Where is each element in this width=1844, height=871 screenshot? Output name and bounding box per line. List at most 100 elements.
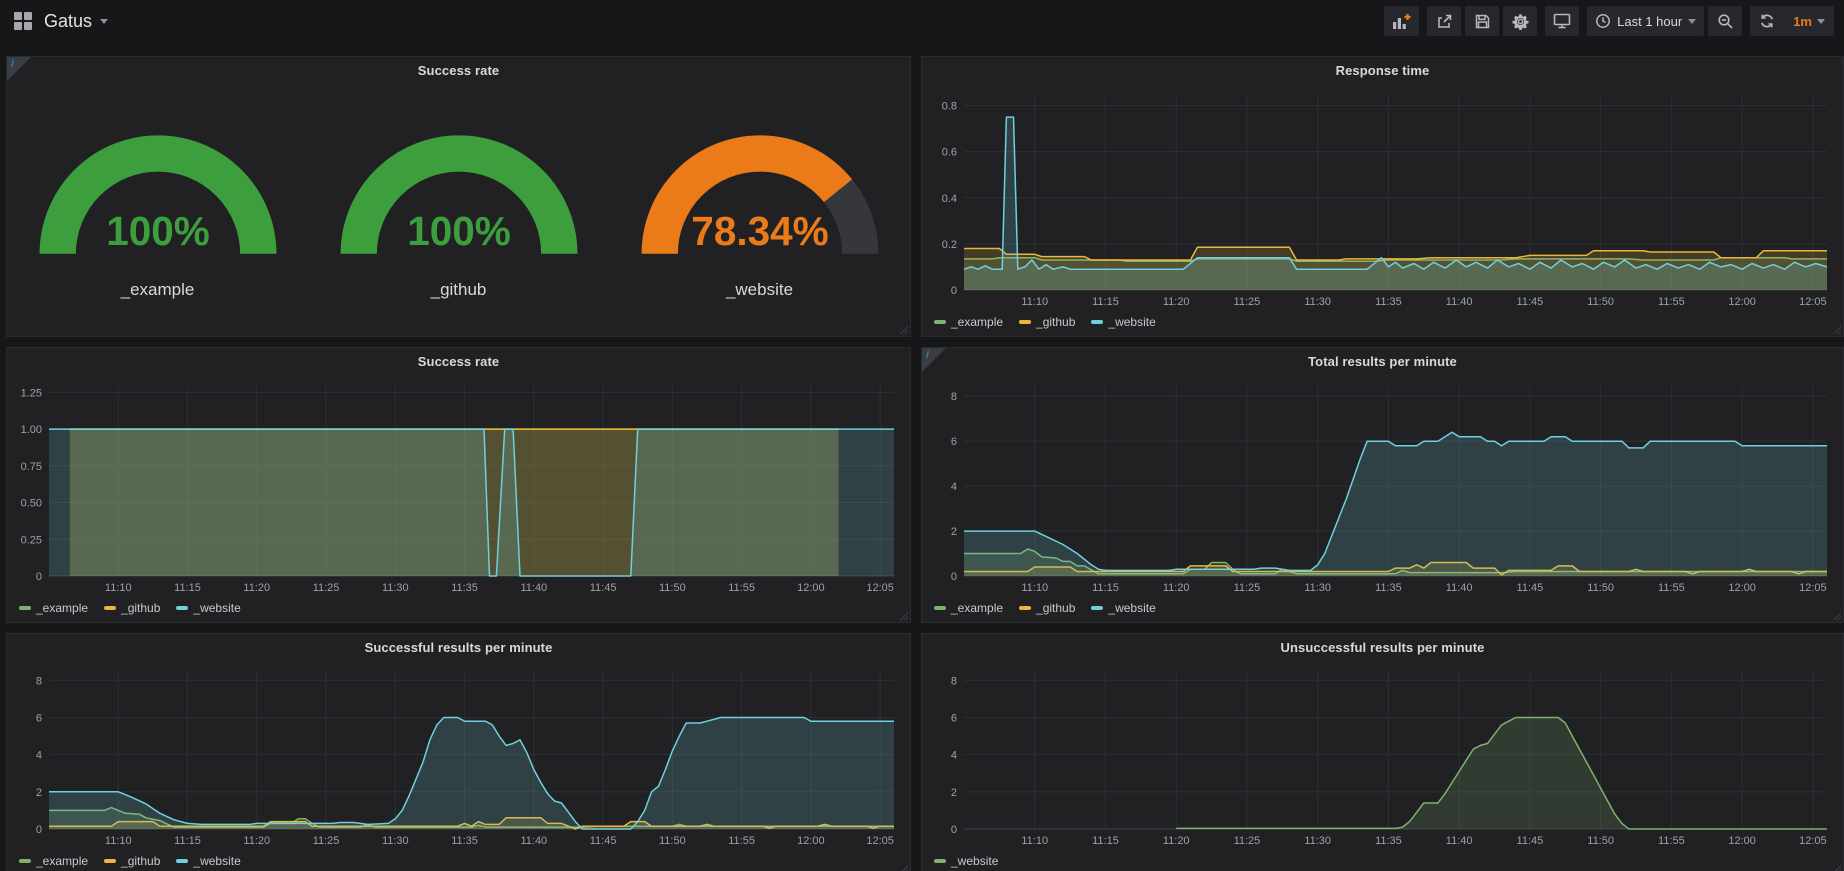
legend-item-_website[interactable]: _website <box>934 854 998 868</box>
x-tick-label: 12:05 <box>866 582 894 594</box>
x-tick-label: 11:35 <box>451 582 478 594</box>
refresh-button[interactable] <box>1750 6 1784 36</box>
legend-item-_github[interactable]: _github <box>1019 601 1075 615</box>
zoom-out-icon <box>1717 13 1734 30</box>
legend-label: _example <box>36 854 88 868</box>
x-tick-label: 11:40 <box>1446 835 1473 847</box>
x-tick-label: 11:30 <box>1304 835 1331 847</box>
legend-label: _github <box>121 601 160 615</box>
x-tick-label: 11:10 <box>105 582 132 594</box>
legend-swatch <box>1091 320 1103 324</box>
panel-title[interactable]: Response time <box>922 57 1843 84</box>
x-tick-label: 11:35 <box>451 835 478 847</box>
x-tick-label: 11:30 <box>1304 296 1331 308</box>
y-tick-label: 0.4 <box>942 193 957 205</box>
legend-item-_example[interactable]: _example <box>934 601 1003 615</box>
x-tick-label: 11:20 <box>243 582 270 594</box>
legend-item-_website[interactable]: _website <box>1091 601 1155 615</box>
zoom-out-button[interactable] <box>1708 6 1742 36</box>
gauge-value: 100% <box>407 208 511 254</box>
panel-success-rate-graph: Success rate 11:1011:1511:2011:2511:3011… <box>6 347 911 623</box>
chart-svg: 11:1011:1511:2011:2511:3011:3511:4011:45… <box>11 375 904 596</box>
panel-resize-handle[interactable] <box>898 324 908 334</box>
dashboard-title[interactable]: Gatus <box>44 11 108 32</box>
series-area-_website <box>1176 718 1827 830</box>
unsuccessful-results-chart[interactable]: 11:1011:1511:2011:2511:3011:3511:4011:45… <box>926 661 1837 849</box>
x-tick-label: 11:35 <box>1375 582 1402 594</box>
panel-info-corner[interactable]: i <box>922 348 946 372</box>
time-range-label: Last 1 hour <box>1617 14 1682 29</box>
y-tick-label: 0.50 <box>21 498 42 510</box>
legend-item-_github[interactable]: _github <box>1019 315 1075 329</box>
panel-resize-handle[interactable] <box>898 863 908 871</box>
dashboard-title-text: Gatus <box>44 11 92 32</box>
panel-title[interactable]: Success rate <box>7 348 910 375</box>
share-button[interactable] <box>1427 6 1461 36</box>
x-tick-label: 11:10 <box>1021 296 1048 308</box>
legend-swatch <box>1091 606 1103 610</box>
y-tick-label: 0 <box>951 285 957 297</box>
y-tick-label: 2 <box>36 787 42 799</box>
legend-swatch <box>19 606 31 610</box>
x-tick-label: 11:25 <box>1234 296 1261 308</box>
successful-results-chart[interactable]: 11:1011:1511:2011:2511:3011:3511:4011:45… <box>11 661 904 849</box>
cycle-view-button[interactable] <box>1545 6 1579 36</box>
gauge-label: _github <box>331 280 587 300</box>
legend-item-_github[interactable]: _github <box>104 854 160 868</box>
x-tick-label: 11:20 <box>243 835 270 847</box>
dashboards-grid-icon[interactable] <box>14 12 32 30</box>
chart-legend: _website <box>934 852 998 870</box>
gauge-_github: 100% _github <box>331 115 587 300</box>
save-icon <box>1474 13 1491 30</box>
add-panel-icon <box>1392 13 1411 30</box>
x-tick-label: 11:30 <box>382 835 409 847</box>
legend-item-_example[interactable]: _example <box>19 854 88 868</box>
x-tick-label: 11:35 <box>1375 835 1402 847</box>
x-tick-label: 11:40 <box>1446 296 1473 308</box>
y-tick-label: 0 <box>951 571 957 583</box>
settings-button[interactable] <box>1503 6 1537 36</box>
y-tick-label: 0 <box>36 571 42 583</box>
legend-item-_example[interactable]: _example <box>934 315 1003 329</box>
chart-legend: _example _github _website <box>934 599 1156 617</box>
panel-unsuccessful-results: Unsuccessful results per minute 11:1011:… <box>921 633 1844 871</box>
y-tick-label: 0.25 <box>21 534 42 546</box>
panel-resize-handle[interactable] <box>1831 863 1841 871</box>
gauge-value: 100% <box>106 208 210 254</box>
panel-response-time: Response time 11:1011:1511:2011:2511:301… <box>921 56 1844 337</box>
legend-label: _example <box>951 315 1003 329</box>
x-tick-label: 11:40 <box>1446 582 1473 594</box>
chart-svg: 11:1011:1511:2011:2511:3011:3511:4011:45… <box>11 661 904 849</box>
panel-resize-handle[interactable] <box>1831 610 1841 620</box>
legend-label: _website <box>951 854 998 868</box>
time-range-button[interactable]: Last 1 hour <box>1587 6 1704 36</box>
x-tick-label: 12:05 <box>1799 582 1827 594</box>
panel-title[interactable]: Total results per minute <box>922 348 1843 375</box>
y-tick-label: 6 <box>951 712 957 724</box>
success-rate-chart[interactable]: 11:1011:1511:2011:2511:3011:3511:4011:45… <box>11 375 904 596</box>
gauge-arc: 100% <box>30 115 286 273</box>
panel-resize-handle[interactable] <box>898 610 908 620</box>
x-tick-label: 12:00 <box>797 582 825 594</box>
save-button[interactable] <box>1465 6 1499 36</box>
legend-item-_website[interactable]: _website <box>176 601 240 615</box>
legend-item-_github[interactable]: _github <box>104 601 160 615</box>
x-tick-label: 11:45 <box>1517 296 1544 308</box>
legend-item-_website[interactable]: _website <box>176 854 240 868</box>
panel-resize-handle[interactable] <box>1831 324 1841 334</box>
legend-item-_example[interactable]: _example <box>19 601 88 615</box>
panel-title[interactable]: Unsuccessful results per minute <box>922 634 1843 661</box>
panel-title[interactable]: Successful results per minute <box>7 634 910 661</box>
panel-title[interactable]: Success rate <box>7 57 910 84</box>
x-tick-label: 11:15 <box>1092 582 1119 594</box>
legend-label: _website <box>193 854 240 868</box>
legend-swatch <box>934 320 946 324</box>
legend-label: _example <box>951 601 1003 615</box>
add-panel-button[interactable] <box>1384 6 1419 36</box>
refresh-interval-button[interactable]: 1m <box>1784 6 1834 36</box>
legend-item-_website[interactable]: _website <box>1091 315 1155 329</box>
x-tick-label: 11:20 <box>1163 835 1190 847</box>
total-results-chart[interactable]: 11:1011:1511:2011:2511:3011:3511:4011:45… <box>926 375 1837 596</box>
response-time-chart[interactable]: 11:1011:1511:2011:2511:3011:3511:4011:45… <box>926 84 1837 310</box>
panel-info-corner[interactable]: i <box>7 57 31 81</box>
